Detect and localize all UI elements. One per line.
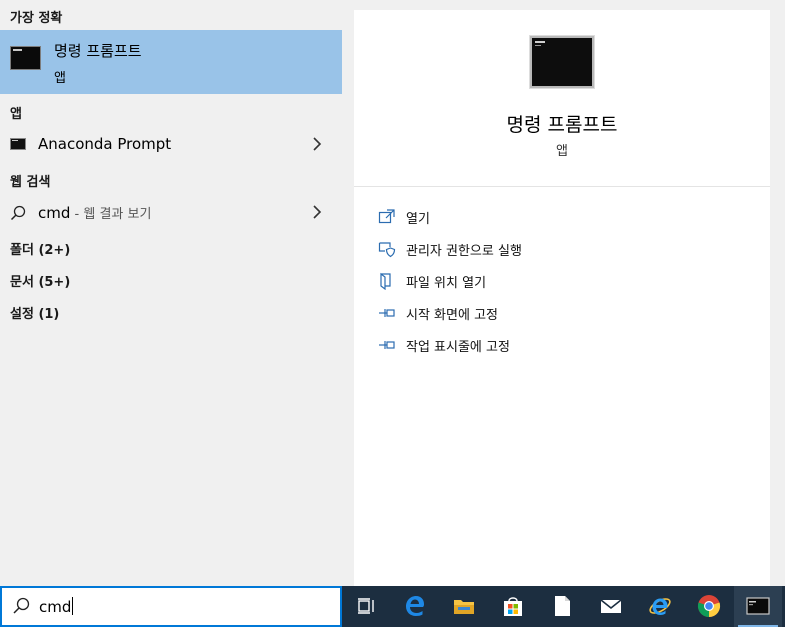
app-item-anaconda-prompt[interactable]: Anaconda Prompt — [0, 128, 342, 160]
divider — [354, 186, 770, 187]
file-location-icon — [380, 272, 391, 290]
action-pin-to-taskbar[interactable]: 작업 표시줄에 고정 — [374, 332, 754, 358]
pin-icon — [379, 341, 395, 349]
task-view-button[interactable] — [342, 586, 390, 627]
web-search-suffix: - 웹 결과 보기 — [70, 207, 152, 222]
preview-pane: 명령 프롬프트 앱 열기 관리자 권한으로 실행 파일 위치 열기 시작 화면에… — [354, 10, 770, 586]
text-caret — [72, 597, 74, 615]
documents-header[interactable]: 문서 (5+) — [10, 271, 70, 290]
mail-icon — [600, 599, 622, 613]
action-pin-to-start[interactable]: 시작 화면에 고정 — [374, 300, 754, 326]
action-open[interactable]: 열기 — [374, 204, 754, 230]
action-label: 작업 표시줄에 고정 — [406, 340, 510, 355]
pin-icon — [379, 309, 395, 317]
file-explorer-icon — [454, 600, 474, 614]
apps-header: 앱 — [10, 107, 22, 122]
chevron-right-icon[interactable] — [310, 205, 324, 219]
file-icon — [555, 596, 570, 616]
search-input[interactable]: cmd — [0, 586, 342, 627]
best-match-title: 명령 프롬프트 — [54, 42, 142, 60]
best-match-header: 가장 정확 — [10, 11, 63, 26]
mail-button[interactable] — [587, 586, 635, 627]
chrome-icon — [697, 595, 721, 618]
open-icon — [378, 209, 395, 224]
web-search-query: cmd — [38, 204, 71, 222]
taskbar — [342, 586, 785, 627]
action-label: 파일 위치 열기 — [406, 276, 487, 291]
chevron-right-icon[interactable] — [310, 137, 324, 151]
command-prompt-icon — [10, 46, 41, 70]
command-prompt-icon — [746, 597, 770, 615]
internet-explorer-button[interactable] — [636, 586, 684, 627]
search-icon — [10, 205, 26, 221]
file-button[interactable] — [538, 586, 586, 627]
best-match-item[interactable]: 명령 프롬프트 앱 — [0, 30, 342, 94]
task-view-icon — [358, 598, 374, 614]
edge-button[interactable] — [391, 586, 439, 627]
folders-header[interactable]: 폴더 (2+) — [10, 239, 70, 258]
action-label: 시작 화면에 고정 — [406, 308, 498, 323]
web-search-label: cmd - 웹 결과 보기 — [38, 203, 151, 222]
web-search-header: 웹 검색 — [10, 175, 51, 190]
search-text: cmd — [39, 598, 72, 616]
action-label: 열기 — [406, 212, 430, 227]
best-match-subtitle: 앱 — [54, 71, 66, 86]
command-prompt-button[interactable] — [734, 586, 782, 627]
file-explorer-button[interactable] — [440, 586, 488, 627]
preview-title: 명령 프롬프트 — [506, 114, 618, 136]
app-item-label: Anaconda Prompt — [38, 135, 172, 153]
search-icon — [13, 597, 30, 614]
action-open-file-location[interactable]: 파일 위치 열기 — [374, 268, 754, 294]
internet-explorer-icon — [649, 598, 671, 615]
search-results-pane: 가장 정확 명령 프롬프트 앱 앱 Anaconda Prompt 웹 검색 c… — [0, 0, 342, 586]
store-icon — [504, 597, 522, 616]
shield-icon — [378, 242, 396, 258]
anaconda-prompt-icon — [10, 138, 26, 150]
settings-header[interactable]: 설정 (1) — [10, 303, 59, 322]
search-input-value: cmd — [39, 597, 74, 616]
action-run-as-admin[interactable]: 관리자 권한으로 실행 — [374, 236, 754, 262]
web-search-item[interactable]: cmd - 웹 결과 보기 — [0, 196, 342, 228]
store-button[interactable] — [489, 586, 537, 627]
preview-subtitle: 앱 — [556, 144, 568, 159]
command-prompt-large-icon — [530, 36, 594, 88]
chrome-button[interactable] — [685, 586, 733, 627]
edge-icon — [406, 596, 424, 616]
action-label: 관리자 권한으로 실행 — [406, 244, 522, 259]
